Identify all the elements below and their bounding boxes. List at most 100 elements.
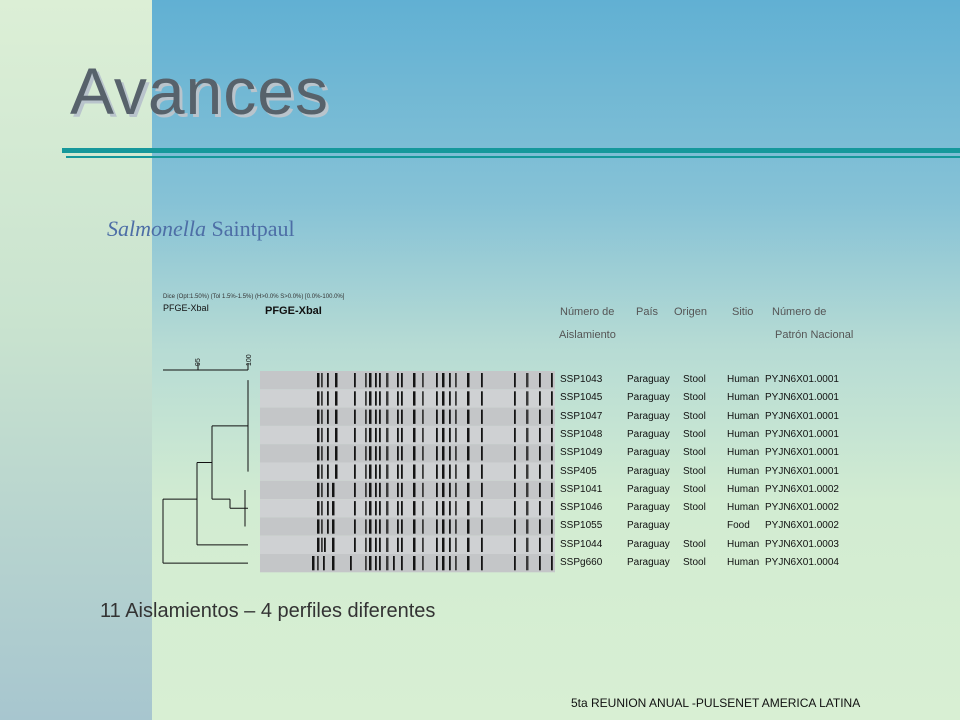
gel-band	[365, 556, 367, 571]
cell-pattern-number: PYJN6X01.0001	[765, 465, 839, 477]
gel-band	[467, 482, 470, 498]
gel-band	[455, 427, 457, 443]
gel-band	[365, 464, 367, 479]
cell-site: Human	[727, 392, 760, 404]
gel-band	[422, 464, 424, 479]
gel-band	[526, 409, 529, 424]
gel-band	[317, 373, 320, 388]
gel-band	[551, 519, 553, 534]
gel-band	[413, 409, 416, 424]
cell-country: Paraguay	[627, 483, 670, 495]
gel-band	[551, 427, 553, 443]
gel-band	[481, 446, 483, 461]
gel-band	[455, 519, 457, 534]
gel-band	[442, 501, 445, 516]
gel-band	[467, 409, 470, 424]
gel-band	[481, 464, 483, 479]
gel-band	[350, 556, 352, 571]
gel-band	[375, 427, 377, 443]
pfge-figure: Dice (Opt:1.50%) (Tol 1.5%-1.5%) (H>0.0%…	[155, 290, 955, 580]
gel-band	[317, 464, 320, 479]
gel-band	[335, 373, 338, 388]
gel-band	[369, 446, 372, 461]
gel-band	[369, 409, 372, 424]
gel-band	[332, 556, 335, 571]
gel-lane	[260, 444, 555, 463]
gel-band	[551, 373, 553, 388]
gel-band	[369, 427, 372, 443]
title-rule-thin	[66, 156, 960, 158]
cell-site: Human	[727, 374, 760, 385]
gel-band	[539, 519, 541, 534]
cell-site: Food	[727, 520, 750, 532]
gel-band	[539, 391, 541, 406]
gel-band	[514, 409, 516, 424]
gel-band	[526, 482, 529, 498]
gel-band	[375, 519, 377, 534]
cell-site: Human	[727, 410, 760, 422]
gel-band	[551, 482, 553, 498]
table-row: SSP1055 Paraguay Food PYJN6X01.0002	[560, 517, 890, 535]
gel-band	[379, 501, 381, 516]
gel-band	[539, 537, 541, 552]
cell-origin: Stool	[683, 374, 706, 385]
gel-band	[321, 519, 323, 534]
gel-band	[401, 556, 403, 571]
gel-band	[449, 537, 451, 552]
gel-band	[413, 501, 416, 516]
gel-band	[551, 501, 553, 516]
gel-band	[455, 373, 457, 388]
gel-band	[397, 409, 399, 424]
gel-band	[455, 409, 457, 424]
gel-band	[375, 446, 377, 461]
gel-band	[327, 446, 329, 461]
cell-origin: Stool	[683, 557, 706, 568]
gel-band	[413, 537, 416, 552]
conference-footer: 5ta REUNION ANUAL -PULSENET AMERICA LATI…	[571, 696, 861, 710]
gel-band	[321, 373, 323, 388]
gel-band	[526, 501, 529, 516]
gel-band	[386, 519, 389, 534]
scale-label-100: 100	[246, 354, 253, 366]
cell-isolate-id: SSP1044	[560, 538, 603, 550]
cell-pattern-number: PYJN6X01.0001	[765, 392, 839, 404]
gel-band	[321, 464, 323, 479]
gel-band	[436, 427, 438, 443]
gel-band	[321, 446, 323, 461]
cell-origin: Stool	[683, 447, 706, 459]
gel-band	[514, 519, 516, 534]
gel-band	[442, 556, 445, 571]
gel-band	[449, 501, 451, 516]
gel-band	[422, 373, 424, 388]
gel-band	[401, 537, 403, 552]
gel-lane	[260, 462, 555, 481]
gel-band	[436, 446, 438, 461]
gel-band	[467, 501, 470, 516]
gel-band	[354, 482, 356, 498]
header-origen: Origen	[674, 306, 708, 318]
gel-band	[335, 409, 338, 424]
gel-band	[481, 537, 483, 552]
gel-band	[369, 519, 372, 534]
gel-band	[365, 391, 367, 406]
cell-country: Paraguay	[627, 392, 670, 404]
gel-band	[379, 391, 381, 406]
cell-country: Paraguay	[627, 465, 670, 477]
cell-country: Paraguay	[627, 447, 670, 459]
gel-band	[365, 519, 367, 534]
gel-band	[332, 519, 335, 534]
gel-band	[401, 482, 403, 498]
slide-title: Avances	[70, 54, 329, 128]
cell-site: Human	[727, 502, 760, 514]
gel-band	[467, 373, 470, 388]
gel-band	[436, 391, 438, 406]
gel-band	[401, 409, 403, 424]
cell-site: Human	[727, 465, 760, 477]
gel-band	[335, 391, 338, 406]
gel-band	[327, 409, 329, 424]
gel-band	[526, 464, 529, 479]
cell-pattern-number: PYJN6X01.0001	[765, 410, 839, 422]
gel-band	[375, 501, 377, 516]
gel-band	[365, 482, 367, 498]
gel-band	[386, 409, 389, 424]
